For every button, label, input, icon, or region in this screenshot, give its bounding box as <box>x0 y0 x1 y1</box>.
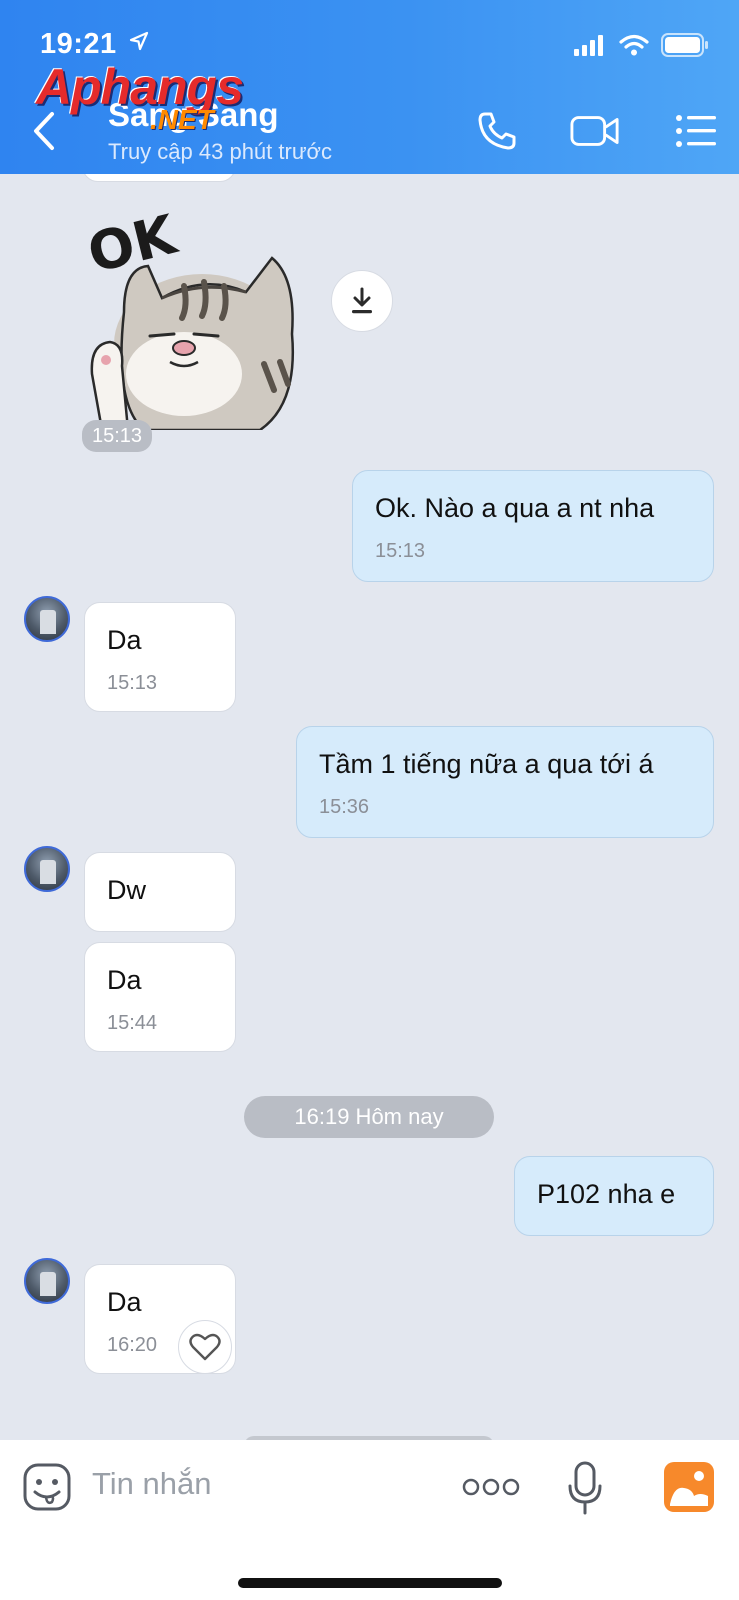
voice-call-button[interactable] <box>472 106 522 156</box>
message-bubble-outgoing[interactable]: Tầm 1 tiếng nữa a qua tới á 15:36 <box>296 726 714 838</box>
send-image-button[interactable] <box>664 1462 714 1512</box>
message-text: Ok. Nào a qua a nt nha <box>375 493 655 523</box>
message-list[interactable]: OK 15:13 Ok. Nào a qua a nt nha 15:13 Da… <box>0 174 739 1440</box>
download-icon <box>352 287 372 314</box>
contact-avatar[interactable] <box>24 846 70 892</box>
ok-cat-sticker[interactable]: OK <box>82 194 314 432</box>
location-arrow-icon <box>129 26 149 59</box>
react-button[interactable] <box>178 1320 232 1374</box>
contact-avatar[interactable] <box>24 596 70 642</box>
voice-message-button[interactable] <box>566 1460 604 1516</box>
date-separator: 16:19 Hôm nay <box>244 1096 494 1138</box>
message-bubble-outgoing[interactable]: P102 nha e <box>514 1156 714 1236</box>
message-time: 15:13 <box>375 540 426 562</box>
download-sticker-button[interactable] <box>331 270 393 332</box>
watermark-logo-suffix: .NET <box>150 104 214 135</box>
sticker-button[interactable] <box>22 1462 72 1512</box>
video-camera-icon <box>570 116 619 146</box>
message-bubble-incoming[interactable]: Dw <box>84 852 236 932</box>
message-text: Da <box>107 1287 142 1317</box>
contact-last-seen: Truy cập 43 phút trước <box>108 139 332 164</box>
smiley-sticker-icon <box>23 1463 71 1511</box>
list-menu-icon <box>676 115 716 147</box>
message-bubble-outgoing[interactable]: Ok. Nào a qua a nt nha 15:13 <box>352 470 714 582</box>
previous-bubble-edge <box>82 174 236 182</box>
message-text: Da <box>107 625 142 655</box>
more-options-button[interactable] <box>462 1476 520 1498</box>
message-text: P102 nha e <box>537 1179 676 1209</box>
cellular-signal-icon <box>574 35 603 56</box>
status-time: 19:21 <box>40 26 149 61</box>
microphone-icon <box>568 1461 602 1515</box>
contact-avatar[interactable] <box>24 1258 70 1304</box>
more-dots-icon <box>462 1478 520 1496</box>
image-gallery-icon <box>664 1462 714 1512</box>
message-composer: Tin nhắn <box>0 1440 739 1600</box>
message-bubble-incoming[interactable]: Da 15:13 <box>84 602 236 712</box>
heart-icon <box>189 1333 221 1361</box>
message-bubble-incoming[interactable]: Da 15:44 <box>84 942 236 1052</box>
video-call-button[interactable] <box>570 106 620 156</box>
message-input[interactable]: Tin nhắn <box>92 1466 212 1502</box>
message-time: 15:36 <box>319 796 370 818</box>
chat-options-button[interactable] <box>671 106 721 156</box>
chat-header: 19:21 Sang Sang Truy cập 43 phút trước A… <box>0 0 739 174</box>
status-indicators <box>573 33 709 57</box>
message-time: 15:44 <box>107 1012 158 1034</box>
message-text: Tầm 1 tiếng nữa a qua tới á <box>319 749 654 779</box>
message-text: Da <box>107 965 142 995</box>
wifi-icon <box>619 34 649 56</box>
message-text: Dw <box>107 875 146 905</box>
phone-icon <box>478 112 516 150</box>
message-time: 15:13 <box>107 672 158 694</box>
sticker-timestamp: 15:13 <box>82 420 152 452</box>
status-time-text: 19:21 <box>40 28 117 60</box>
home-indicator <box>238 1578 502 1588</box>
battery-icon <box>661 33 708 57</box>
